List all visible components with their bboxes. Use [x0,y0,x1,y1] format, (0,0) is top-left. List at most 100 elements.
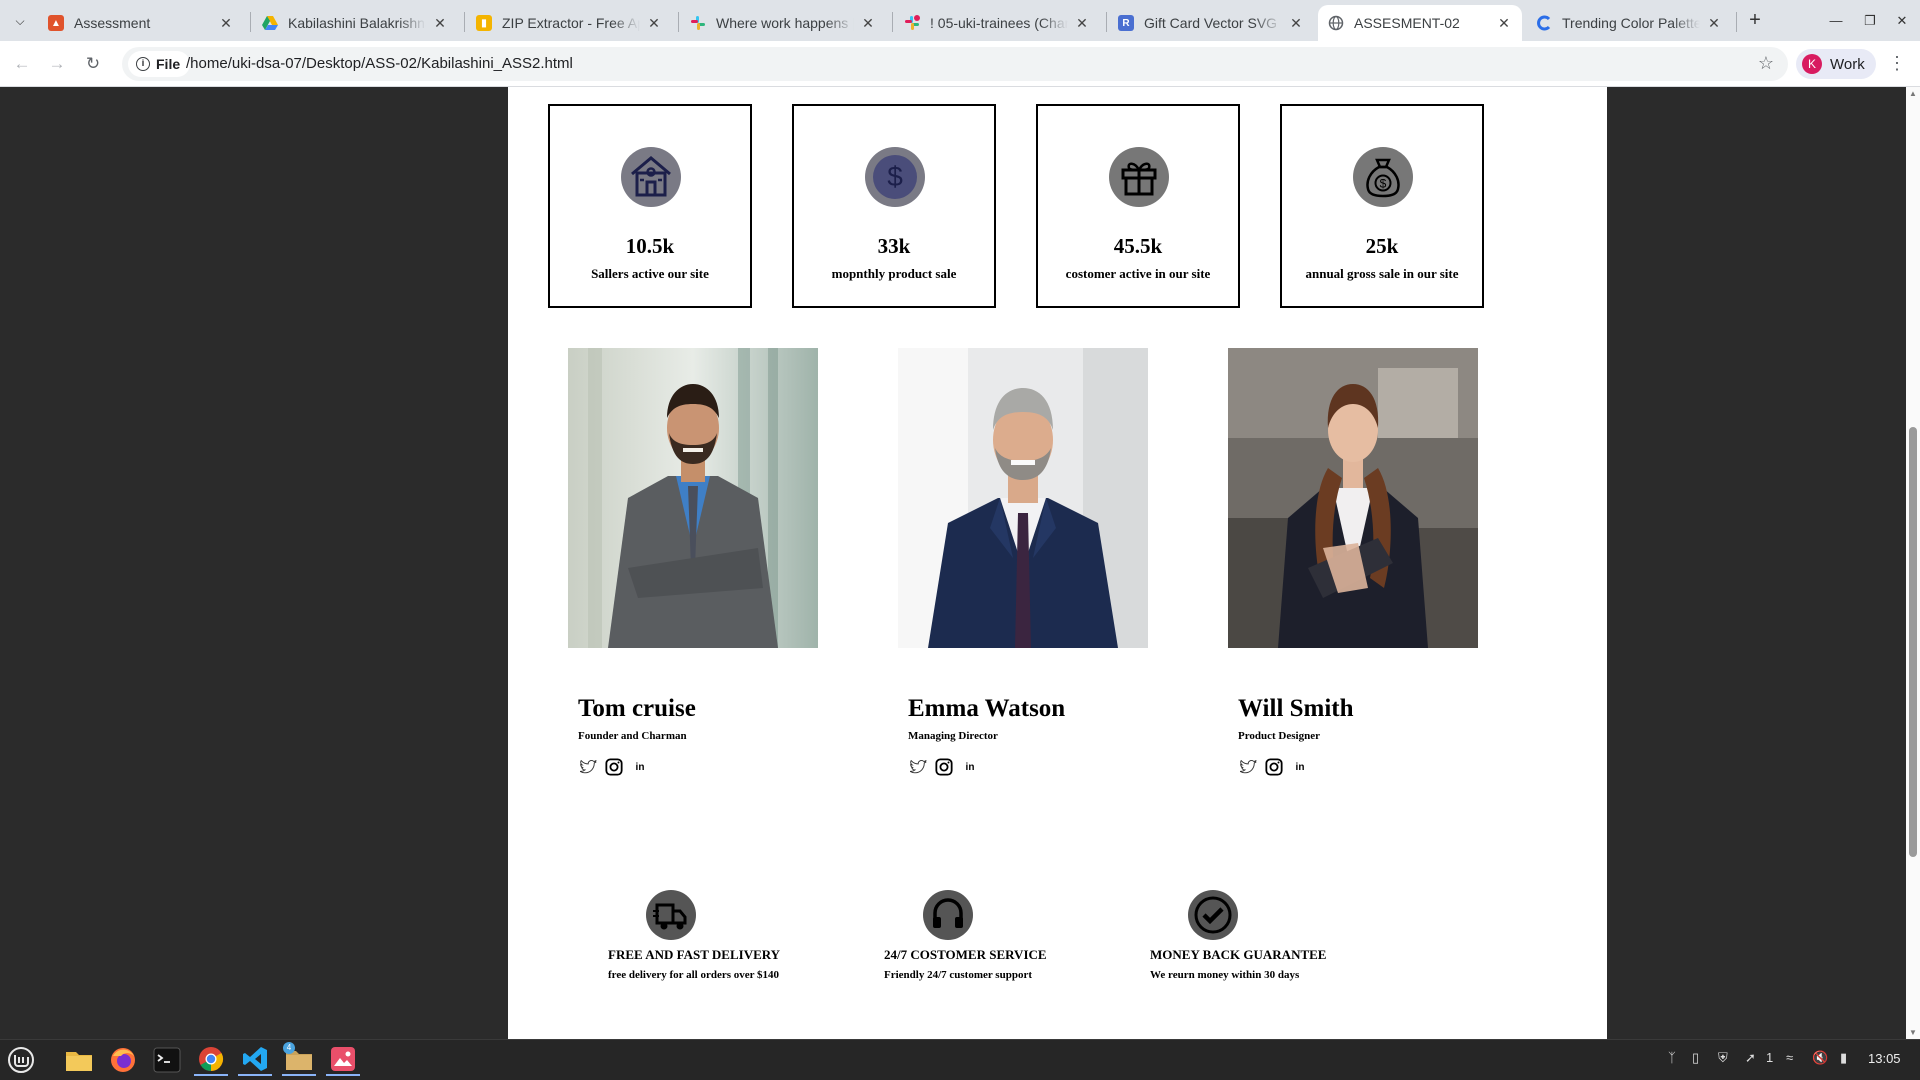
linkedin-icon[interactable]: in [1290,757,1310,777]
scroll-thumb[interactable] [1909,427,1917,857]
close-icon[interactable]: ✕ [1706,15,1722,31]
close-icon[interactable]: ✕ [1288,15,1304,31]
team-member-photo [898,348,1148,648]
twitter-icon[interactable] [908,757,928,777]
coolors-icon [1536,15,1552,31]
tab-google-drive[interactable]: Kabilashini Balakrishnan ✕ [252,5,458,41]
instagram-icon[interactable] [934,757,954,777]
zip-extractor-icon: ▮ [476,15,492,31]
volume-muted-icon[interactable]: 🔇 [1812,1050,1828,1066]
site-info-chip[interactable]: i File [128,51,191,77]
twitter-icon[interactable] [1238,757,1258,777]
slack-icon [690,15,706,31]
tab-gift-card-svg[interactable]: R Gift Card Vector SVG Ico ✕ [1108,5,1314,41]
svgrepo-icon: R [1118,15,1134,31]
tab-title: ZIP Extractor - Free App [502,15,640,31]
checkmark-shield-icon [1188,890,1238,940]
team-member-name: Tom cruise [578,695,696,722]
team-member-role: Founder and Charman [578,730,687,742]
reload-button[interactable]: ↻ [81,52,105,76]
update-icon[interactable]: ➚ [1745,1050,1756,1066]
close-icon[interactable]: ✕ [1496,15,1512,31]
new-tab-button[interactable]: + [1742,8,1768,34]
instagram-icon[interactable] [604,757,624,777]
mint-menu-icon[interactable] [4,1044,38,1076]
tab-color-palettes[interactable]: Trending Color Palettes ✕ [1526,5,1732,41]
tab-zip-extractor[interactable]: ▮ ZIP Extractor - Free App ✕ [466,5,672,41]
close-icon[interactable]: ✕ [646,15,662,31]
feature-title: 24/7 COSTOMER SERVICE [884,947,1047,962]
close-icon[interactable]: ✕ [860,15,876,31]
forward-button[interactable]: → [45,52,69,76]
scroll-up-arrow-icon[interactable]: ▲ [1909,89,1917,98]
tab-title: Trending Color Palettes [1562,15,1700,31]
stat-label: mopnthly product sale [831,266,957,281]
tab-assesment-02[interactable]: ASSESMENT-02 ✕ [1318,5,1522,41]
gift-icon [1109,147,1169,207]
tab-search-button[interactable]: ⌵ [8,9,32,33]
stat-card: $ 33k mopnthly product sale [792,104,996,308]
address-bar[interactable]: i File /home/uki-dsa-07/Desktop/ASS-02/K… [122,47,1788,81]
tab-assessment[interactable]: ▲ Assessment ✕ [38,5,244,41]
tab-title: ! 05-uki-trainees (Chann [930,15,1068,31]
slack-icon [904,15,920,31]
folder-icon[interactable] [62,1044,96,1076]
site-chip-label: File [156,56,181,72]
stat-value: 10.5k [625,234,675,258]
feature-title: MONEY BACK GUARANTEE [1150,947,1327,962]
linkedin-icon[interactable]: in [630,757,650,777]
clock[interactable]: 13:05 [1868,1051,1901,1066]
google-drive-icon [262,15,278,31]
os-taskbar: 4 ᛉ ▯ ⛨ ➚ 1 ≈ 🔇 ▮ 13:05 [0,1039,1920,1080]
twitter-icon[interactable] [578,757,598,777]
close-icon[interactable]: ✕ [432,15,448,31]
feature-title: FREE AND FAST DELIVERY [608,947,781,962]
vscode-icon[interactable] [238,1044,272,1076]
web-page-content: 10.5k Sallers active our site $ 33k mopn… [508,87,1607,1039]
close-window-button[interactable]: ✕ [1888,9,1916,33]
image-viewer-icon[interactable] [326,1044,360,1076]
tab-title: Assessment [74,15,151,31]
profile-button[interactable]: K Work [1796,49,1876,79]
restore-button[interactable]: ❐ [1856,9,1884,33]
wifi-icon[interactable]: ≈ [1786,1050,1793,1065]
bookmark-star-icon[interactable]: ☆ [1758,53,1774,74]
page-viewport: 10.5k Sallers active our site $ 33k mopn… [0,87,1906,1039]
feature-desc: We reurn money within 30 days [1150,969,1300,981]
tab-slack[interactable]: Where work happens | S ✕ [680,5,886,41]
delivery-truck-icon [646,890,696,940]
scroll-down-arrow-icon[interactable]: ▼ [1909,1028,1917,1037]
terminal-icon[interactable] [150,1044,184,1076]
stat-label: annual gross sale in our site [1305,266,1459,281]
team-member-name: Emma Watson [908,695,1066,722]
firefox-icon[interactable] [106,1044,140,1076]
battery-icon[interactable]: ▮ [1840,1050,1847,1066]
minimize-button[interactable]: — [1822,9,1850,33]
social-links: in [578,757,650,777]
back-button[interactable]: ← [10,52,34,76]
profile-name: Work [1830,55,1865,73]
tab-title: Where work happens | S [716,15,854,31]
svg-text:$: $ [1380,177,1387,191]
tab-slack-channel[interactable]: ! 05-uki-trainees (Chann ✕ [894,5,1100,41]
team-member-name: Will Smith [1238,695,1354,722]
instagram-icon[interactable] [1264,757,1284,777]
page-scrollbar[interactable]: ▲ ▼ [1906,87,1920,1039]
clipboard-icon[interactable]: ▯ [1692,1050,1699,1066]
stat-label: costomer active in our site [1065,266,1211,281]
close-icon[interactable]: ✕ [218,15,234,31]
url-text[interactable]: /home/uki-dsa-07/Desktop/ASS-02/Kabilash… [186,55,573,72]
bluetooth-icon[interactable]: ᛉ [1668,1050,1676,1065]
linkedin-icon[interactable]: in [960,757,980,777]
store-icon [621,147,681,207]
social-links: in [1238,757,1310,777]
browser-menu-icon[interactable]: ⋮ [1888,53,1906,74]
team-member-photo [1228,348,1478,648]
close-icon[interactable]: ✕ [1074,15,1090,31]
stat-label: Sallers active our site [591,266,709,281]
chrome-icon[interactable] [194,1044,228,1076]
tab-title: Kabilashini Balakrishnan [288,15,426,31]
shield-icon[interactable]: ⛨ [1718,1050,1728,1066]
money-bag-icon: $ [1353,147,1413,207]
stat-value: 25k [1365,234,1399,258]
